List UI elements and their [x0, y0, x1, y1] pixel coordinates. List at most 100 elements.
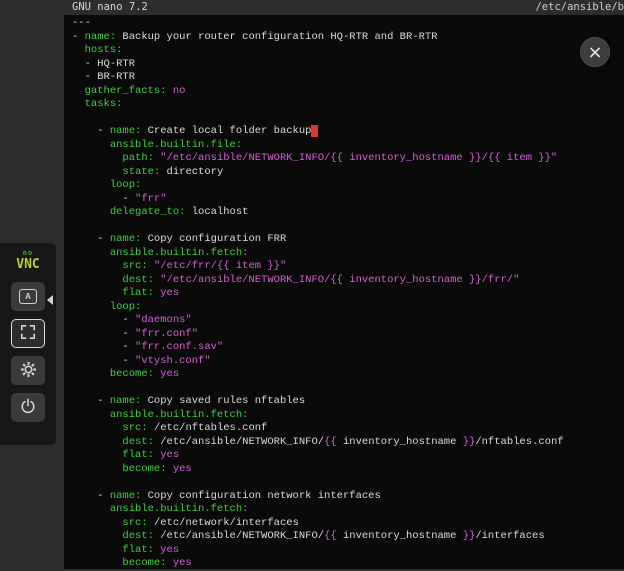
novnc-logo-main-text: VNC: [16, 258, 39, 271]
extra-keys-button[interactable]: A: [11, 282, 45, 311]
code-token: flat:: [122, 449, 154, 461]
code-token: flat:: [122, 544, 154, 556]
code-token: yes: [167, 557, 192, 569]
text-cursor: [311, 125, 317, 137]
code-line: - "frr.conf.sav": [72, 341, 624, 355]
code-line: ---: [72, 17, 624, 31]
code-token: ansible.builtin.fetch:: [110, 409, 249, 421]
code-token: dest:: [122, 530, 154, 542]
code-token: name:: [85, 31, 117, 43]
code-line: gather_facts: no: [72, 85, 624, 99]
code-line: loop:: [72, 179, 624, 193]
code-line: - name: Backup your router configuration…: [72, 31, 624, 45]
code-token: Copy saved rules nftables: [141, 395, 305, 407]
code-line: tasks:: [72, 98, 624, 112]
code-line: src: /etc/nftables.conf: [72, 422, 624, 436]
code-token: "/etc/ansible/NETWORK_INFO/{{ inventory_…: [154, 152, 557, 164]
code-token: - BR-RTR: [72, 71, 135, 83]
code-line: - "frr.conf": [72, 328, 624, 342]
code-token: Copy configuration network interfaces: [141, 490, 380, 502]
code-token: [72, 85, 85, 97]
code-token: become:: [110, 368, 154, 380]
code-line: - "vtysh.conf": [72, 355, 624, 369]
code-line: src: "/etc/frr/{{ item }}": [72, 260, 624, 274]
code-token: [72, 206, 110, 218]
code-token: /etc/ansible/NETWORK_INFO/: [154, 530, 324, 542]
code-token: -: [72, 328, 135, 340]
vnc-toolbar: no VNC A: [0, 243, 56, 445]
novnc-logo: no VNC: [16, 250, 39, 271]
code-line: [72, 112, 624, 126]
fullscreen-button[interactable]: [11, 319, 45, 348]
code-token: ansible.builtin.fetch:: [110, 247, 249, 259]
code-token: [72, 530, 122, 542]
code-token: Create local folder backup: [141, 125, 311, 137]
code-line: become: yes: [72, 368, 624, 382]
code-line: - name: Copy saved rules nftables: [72, 395, 624, 409]
code-token: dest:: [122, 274, 154, 286]
code-line: delegate_to: localhost: [72, 206, 624, 220]
code-line: - "daemons": [72, 314, 624, 328]
power-button[interactable]: [11, 393, 45, 422]
code-token: become:: [122, 463, 166, 475]
code-token: ---: [72, 17, 91, 29]
code-token: [72, 166, 122, 178]
code-line: ansible.builtin.fetch:: [72, 247, 624, 261]
code-line: src: /etc/network/interfaces: [72, 517, 624, 531]
editor-content[interactable]: ---- name: Backup your router configurat…: [64, 15, 624, 571]
code-line: - "frr": [72, 193, 624, 207]
code-token: -: [72, 355, 135, 367]
code-token: [72, 422, 122, 434]
code-token: "vtysh.conf": [135, 355, 211, 367]
code-token: -: [72, 125, 110, 137]
code-token: /interfaces: [475, 530, 544, 542]
novnc-logo-small-text: no: [16, 250, 39, 257]
code-line: [72, 220, 624, 234]
code-token: loop:: [110, 179, 142, 191]
code-line: - HQ-RTR: [72, 58, 624, 72]
collapse-left-arrow-icon: [47, 295, 53, 305]
code-token: -: [72, 395, 110, 407]
code-token: gather_facts:: [85, 85, 167, 97]
settings-button[interactable]: [11, 356, 45, 385]
code-token: src:: [122, 422, 147, 434]
code-token: Copy configuration FRR: [141, 233, 286, 245]
code-token: dest:: [122, 436, 154, 448]
code-token: ansible.builtin.file:: [110, 139, 242, 151]
code-line: state: directory: [72, 166, 624, 180]
code-token: [72, 409, 110, 421]
code-token: {{: [324, 530, 337, 542]
code-token: delegate_to:: [110, 206, 186, 218]
toolbar-collapse-handle[interactable]: [42, 287, 57, 312]
code-token: [72, 247, 110, 259]
code-token: -: [72, 490, 110, 502]
code-line: ansible.builtin.file:: [72, 139, 624, 153]
code-line: dest: /etc/ansible/NETWORK_INFO/{{ inven…: [72, 436, 624, 450]
code-token: - HQ-RTR: [72, 58, 135, 70]
code-token: state:: [122, 166, 160, 178]
code-token: no: [167, 85, 186, 97]
code-token: [72, 544, 122, 556]
close-button[interactable]: ×: [580, 37, 610, 67]
code-line: [72, 476, 624, 490]
code-token: [72, 503, 110, 515]
code-token: localhost: [185, 206, 248, 218]
code-token: "frr.conf": [135, 328, 198, 340]
code-line: ansible.builtin.fetch:: [72, 409, 624, 423]
code-token: src:: [122, 517, 147, 529]
code-token: name:: [110, 395, 142, 407]
code-token: name:: [110, 233, 142, 245]
code-token: "frr": [135, 193, 167, 205]
code-token: [72, 44, 85, 56]
code-token: [72, 98, 85, 110]
code-token: [72, 517, 122, 529]
code-token: /etc/network/interfaces: [148, 517, 299, 529]
code-line: become: yes: [72, 463, 624, 477]
code-token: "/etc/ansible/NETWORK_INFO/{{ inventory_…: [154, 274, 519, 286]
code-token: [72, 152, 122, 164]
code-token: }}: [463, 436, 476, 448]
code-token: /etc/nftables.conf: [148, 422, 268, 434]
code-line: hosts:: [72, 44, 624, 58]
code-line: - BR-RTR: [72, 71, 624, 85]
code-line: path: "/etc/ansible/NETWORK_INFO/{{ inve…: [72, 152, 624, 166]
